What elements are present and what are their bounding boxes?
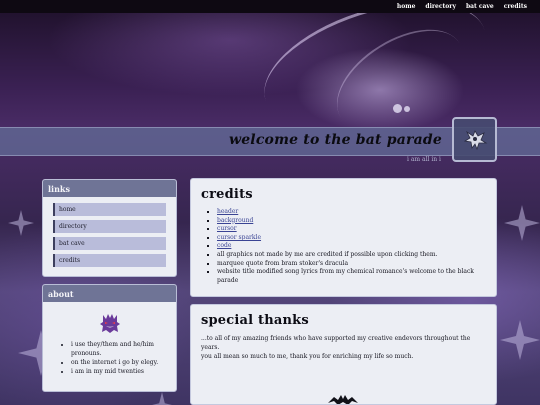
sidebar-link-directory[interactable]: directory bbox=[53, 220, 166, 233]
credit-link-header[interactable]: header bbox=[217, 208, 238, 215]
nav-link-home[interactable]: home bbox=[397, 3, 416, 10]
bat-silhouette-icon bbox=[328, 395, 358, 404]
sidebar-link-credits[interactable]: credits bbox=[53, 254, 166, 267]
site-title: welcome to the bat parade bbox=[228, 132, 442, 148]
credit-link-code[interactable]: code bbox=[217, 242, 231, 249]
header-avatar bbox=[452, 117, 497, 162]
credits-note: all graphics not made by me are credited… bbox=[217, 251, 486, 260]
credits-note: website title modified song lyrics from … bbox=[217, 268, 486, 285]
links-heading: links bbox=[43, 180, 176, 197]
background-bubble bbox=[393, 104, 402, 113]
about-item: i am in my mid twenties bbox=[71, 367, 168, 376]
gengar-icon bbox=[99, 314, 120, 333]
credit-link-cursor[interactable]: cursor bbox=[217, 225, 237, 232]
about-panel: about i use they/them and he/him pronoun… bbox=[42, 284, 177, 392]
thanks-line: ...to all of my amazing friends who have… bbox=[201, 335, 471, 351]
nav-link-directory[interactable]: directory bbox=[425, 3, 456, 10]
credits-item: background bbox=[217, 217, 486, 226]
thanks-line: you all mean so much to me, thank you fo… bbox=[201, 353, 414, 360]
thanks-heading: special thanks bbox=[201, 313, 309, 328]
credits-list: header background cursor cursor sparkle … bbox=[201, 208, 486, 285]
links-list: home directory bat cave credits bbox=[43, 197, 176, 267]
credits-item: header bbox=[217, 208, 486, 217]
thanks-text: ...to all of my amazing friends who have… bbox=[201, 334, 486, 361]
bat-avatar-icon bbox=[463, 129, 487, 150]
credit-link-cursor-sparkle[interactable]: cursor sparkle bbox=[217, 234, 261, 241]
credits-note: marquee quote from bram stoker's dracula bbox=[217, 260, 486, 269]
marquee-text: i am all in i bbox=[407, 156, 441, 163]
links-panel: links home directory bat cave credits bbox=[42, 179, 177, 277]
credits-item: code bbox=[217, 242, 486, 251]
about-heading: about bbox=[43, 285, 176, 302]
credits-item: cursor bbox=[217, 225, 486, 234]
nav-link-credits[interactable]: credits bbox=[504, 3, 527, 10]
top-nav: home directory bat cave credits bbox=[0, 0, 540, 13]
sidebar-link-home[interactable]: home bbox=[53, 203, 166, 216]
credit-link-background[interactable]: background bbox=[217, 217, 253, 224]
background-bubble bbox=[404, 106, 410, 112]
about-list: i use they/them and he/him pronouns. on … bbox=[43, 340, 176, 376]
credits-item: cursor sparkle bbox=[217, 234, 486, 243]
about-item: i use they/them and he/him pronouns. bbox=[71, 340, 168, 358]
credits-heading: credits bbox=[201, 187, 253, 202]
thanks-panel: special thanks ...to all of my amazing f… bbox=[190, 304, 497, 405]
nav-link-bat-cave[interactable]: bat cave bbox=[466, 3, 494, 10]
about-item: on the internet i go by elegy. bbox=[71, 358, 168, 367]
about-image bbox=[43, 310, 176, 336]
sidebar-link-bat-cave[interactable]: bat cave bbox=[53, 237, 166, 250]
credits-panel: credits header background cursor cursor … bbox=[190, 178, 497, 297]
